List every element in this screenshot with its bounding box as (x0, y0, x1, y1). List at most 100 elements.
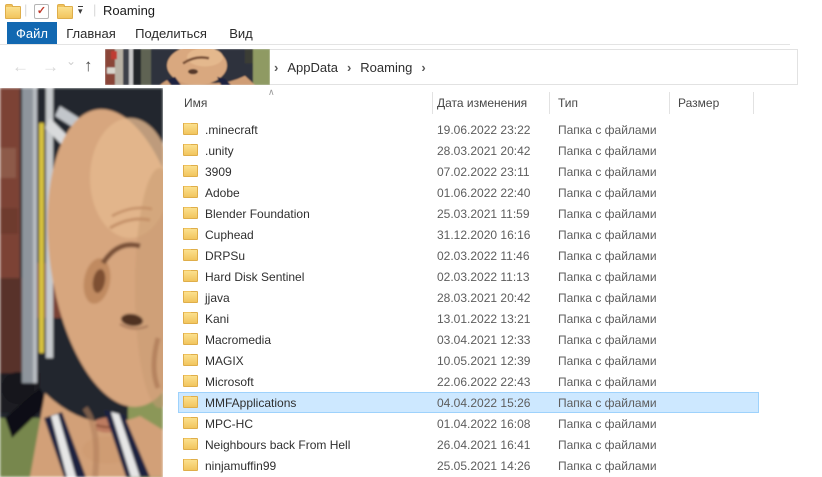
folder-icon (183, 270, 198, 282)
folder-icon (183, 438, 198, 450)
folder-icon (183, 312, 198, 324)
column-header-name[interactable]: Имя (184, 96, 207, 110)
tab-view[interactable]: Вид (220, 22, 262, 45)
file-row[interactable]: Cuphead 31.12.2020 16:16Папка с файлами (178, 224, 759, 245)
folder-icon (183, 396, 198, 408)
title-bar: | ✓ ▾ | Roaming (0, 0, 822, 22)
breadcrumb-chevron-icon[interactable]: › (421, 60, 425, 75)
file-type: Папка с файлами (549, 291, 669, 305)
file-type: Папка с файлами (549, 207, 669, 221)
column-divider[interactable] (549, 92, 550, 114)
file-name: MAGIX (205, 354, 244, 368)
qat-new-folder-button[interactable] (57, 6, 73, 19)
window-title: Roaming (103, 3, 155, 18)
file-row[interactable]: MPC-HC 01.04.2022 16:08Папка с файлами (178, 413, 759, 434)
file-row[interactable]: Adobe01.06.2022 22:40Папка с файлами (178, 182, 759, 203)
file-date-modified: 25.05.2021 14:26 (432, 459, 549, 473)
file-type: Папка с файлами (549, 123, 669, 137)
recent-locations-dropdown-icon[interactable]: ⌄ (66, 54, 76, 68)
meme-image-large (0, 88, 163, 477)
ribbon-divider (0, 44, 790, 45)
qat-customize-dropdown-icon[interactable]: ▾ (78, 6, 83, 16)
file-name: 3909 (205, 165, 232, 179)
file-name: Macromedia (205, 333, 271, 347)
file-date-modified: 01.04.2022 16:08 (432, 417, 549, 431)
file-name: DRPSu (205, 249, 245, 263)
folder-icon (183, 333, 198, 345)
file-type: Папка с файлами (549, 417, 669, 431)
file-row[interactable]: Kani 13.01.2022 13:21Папка с файлами (178, 308, 759, 329)
file-name: Kani (205, 312, 229, 326)
file-row[interactable]: Macromedia03.04.2021 12:33Папка с файлам… (178, 329, 759, 350)
file-type: Папка с файлами (549, 186, 669, 200)
file-name: Microsoft (205, 375, 254, 389)
file-date-modified: 02.03.2022 11:13 (432, 270, 549, 284)
up-button-icon[interactable]: ↑ (84, 56, 93, 76)
column-divider[interactable] (753, 92, 754, 114)
file-row[interactable]: Microsoft 22.06.2022 22:43Папка с файлами (178, 371, 759, 392)
folder-icon (183, 249, 198, 261)
folder-icon (183, 417, 198, 429)
folder-icon (183, 375, 198, 387)
file-row[interactable]: jjava 28.03.2021 20:42Папка с файлами (178, 287, 759, 308)
file-list: .minecraft19.06.2022 23:22Папка с файлам… (178, 119, 759, 476)
file-name: .unity (205, 144, 234, 158)
breadcrumb-item-appdata[interactable]: AppData (287, 60, 338, 75)
file-row[interactable]: Neighbours back From Hell26.04.2021 16:4… (178, 434, 759, 455)
file-date-modified: 26.04.2021 16:41 (432, 438, 549, 452)
file-date-modified: 13.01.2022 13:21 (432, 312, 549, 326)
file-row[interactable]: Blender Foundation25.03.2021 11:59Папка … (178, 203, 759, 224)
file-row[interactable]: ninjamuffin99 25.05.2021 14:26Папка с фай… (178, 455, 759, 476)
file-type: Папка с файлами (549, 333, 669, 347)
file-type: Папка с файлами (549, 312, 669, 326)
file-row[interactable]: .minecraft19.06.2022 23:22Папка с файлам… (178, 119, 759, 140)
file-type: Папка с файлами (549, 228, 669, 242)
file-type: Папка с файлами (549, 375, 669, 389)
file-name: Cuphead (205, 228, 254, 242)
tab-file[interactable]: Файл (7, 22, 57, 45)
file-name: ninjamuffin99 (205, 459, 276, 473)
file-row-selected[interactable]: MMFApplications04.04.2022 15:26Папка с ф… (178, 392, 759, 413)
column-header-size[interactable]: Размер (678, 96, 719, 110)
file-name: MPC-HC (205, 417, 253, 431)
file-date-modified: 25.03.2021 11:59 (432, 207, 549, 221)
column-header-date[interactable]: Дата изменения (437, 96, 527, 110)
forward-button-icon[interactable]: → (42, 57, 59, 77)
tab-home[interactable]: Главная (64, 22, 118, 45)
file-type: Папка с файлами (549, 438, 669, 452)
file-name: MMFApplications (205, 396, 296, 410)
file-row[interactable]: .unity28.03.2021 20:42Папка с файлами (178, 140, 759, 161)
column-divider[interactable] (432, 92, 433, 114)
file-name: .minecraft (205, 123, 258, 137)
column-divider[interactable] (669, 92, 670, 114)
file-type: Папка с файлами (549, 459, 669, 473)
breadcrumb-chevron-icon[interactable]: › (347, 60, 351, 75)
address-bar[interactable]: › AppData › Roaming › (105, 49, 798, 85)
explorer-window: | ✓ ▾ | Roaming Файл Главная Поделиться … (0, 0, 822, 477)
breadcrumb-item-roaming[interactable]: Roaming (360, 60, 412, 75)
separator: | (24, 2, 27, 17)
file-row[interactable]: MAGIX10.05.2021 12:39Папка с файлами (178, 350, 759, 371)
file-date-modified: 10.05.2021 12:39 (432, 354, 549, 368)
file-row[interactable]: 390907.02.2022 23:11Папка с файлами (178, 161, 759, 182)
folder-icon (183, 354, 198, 366)
file-date-modified: 31.12.2020 16:16 (432, 228, 549, 242)
file-date-modified: 28.03.2021 20:42 (432, 144, 549, 158)
column-header-type[interactable]: Тип (558, 96, 578, 110)
folder-icon (183, 165, 198, 177)
file-row[interactable]: DRPSu02.03.2022 11:46Папка с файлами (178, 245, 759, 266)
folder-icon (183, 186, 198, 198)
file-date-modified: 28.03.2021 20:42 (432, 291, 549, 305)
folder-icon (183, 459, 198, 471)
sort-ascending-icon: ∧ (268, 87, 275, 98)
tab-share[interactable]: Поделиться (132, 22, 210, 45)
file-row[interactable]: Hard Disk Sentinel02.03.2022 11:13Папка … (178, 266, 759, 287)
separator: | (93, 2, 96, 17)
file-name: Adobe (205, 186, 240, 200)
qat-properties-button[interactable]: ✓ (34, 4, 49, 19)
folder-icon (183, 228, 198, 240)
file-date-modified: 22.06.2022 22:43 (432, 375, 549, 389)
file-name: Hard Disk Sentinel (205, 270, 304, 284)
file-name: jjava (205, 291, 230, 305)
back-button-icon[interactable]: ← (12, 57, 29, 77)
